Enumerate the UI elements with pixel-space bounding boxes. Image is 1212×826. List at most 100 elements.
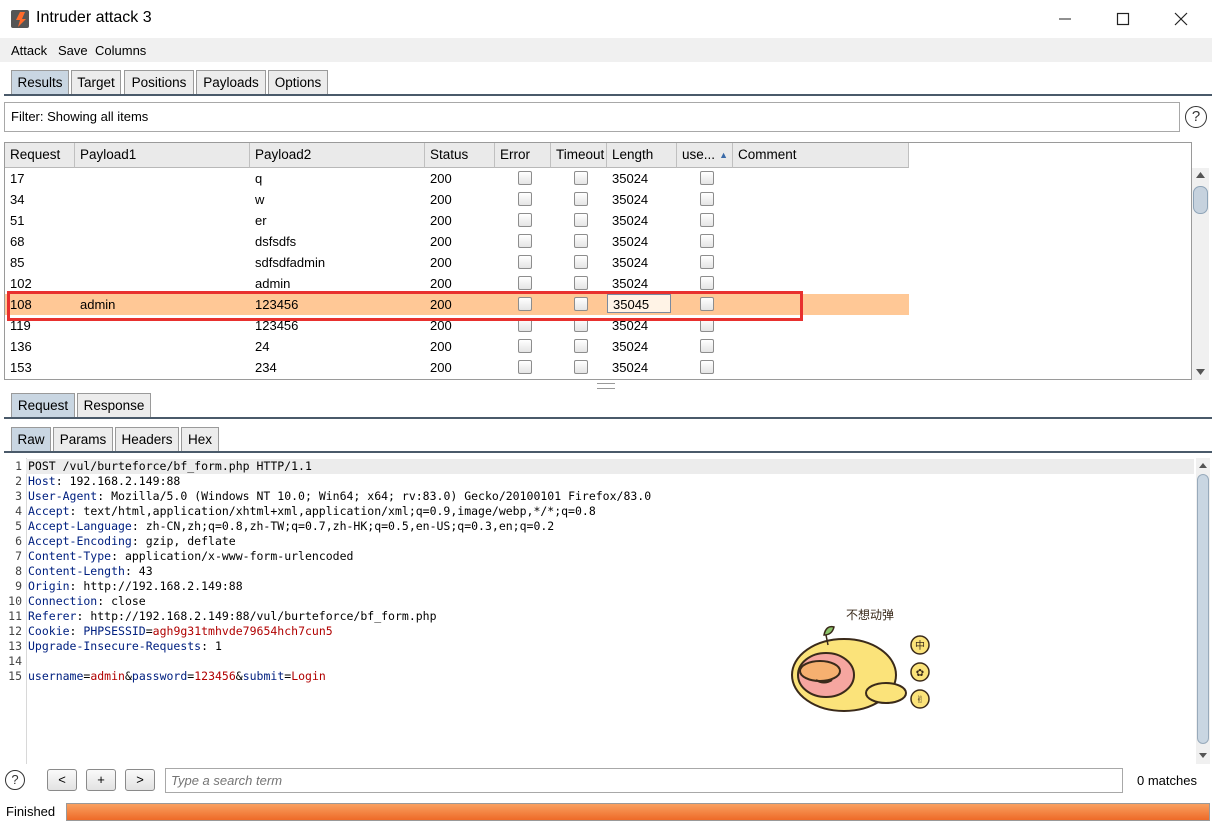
tab-response[interactable]: Response <box>77 393 151 417</box>
error-checkbox[interactable] <box>518 234 532 248</box>
cell-length: 35024 <box>612 339 649 354</box>
split-pane-divider[interactable] <box>597 383 615 389</box>
view-tab-underline <box>4 451 1212 453</box>
username-checkbox[interactable] <box>700 339 714 353</box>
table-row[interactable]: 136 24 200 35024 <box>5 336 909 357</box>
request-line: Accept-Language: zh-CN,zh;q=0.8,zh-TW;q=… <box>28 519 555 533</box>
line-number: 10 <box>8 594 22 608</box>
username-checkbox[interactable] <box>700 171 714 185</box>
table-row[interactable]: 85 sdfsdfadmin 200 35024 <box>5 252 909 273</box>
minimize-button[interactable] <box>1036 0 1094 38</box>
editor-scrollbar-thumb[interactable] <box>1197 474 1209 744</box>
scroll-up-icon[interactable] <box>1195 170 1206 180</box>
menu-save[interactable]: Save <box>58 43 88 58</box>
cell-length: 35024 <box>612 360 649 375</box>
menu-bar <box>0 38 1212 62</box>
line-number: 11 <box>8 609 22 623</box>
tab-results[interactable]: Results <box>11 70 69 94</box>
cell-status: 200 <box>430 171 452 186</box>
tab-headers[interactable]: Headers <box>115 427 179 451</box>
timeout-checkbox[interactable] <box>574 276 588 290</box>
timeout-checkbox[interactable] <box>574 213 588 227</box>
request-line: Content-Length: 43 <box>28 564 153 578</box>
table-scrollbar-thumb[interactable] <box>1193 186 1208 214</box>
menu-attack[interactable]: Attack <box>11 43 47 58</box>
cell-status: 200 <box>430 213 452 228</box>
search-help-icon[interactable]: ? <box>5 770 25 790</box>
tab-target[interactable]: Target <box>71 70 121 94</box>
line-number: 9 <box>15 579 22 593</box>
table-row[interactable]: 68 dsfsdfs 200 35024 <box>5 231 909 252</box>
cell-request: 153 <box>10 360 32 375</box>
search-prev-button[interactable]: < <box>47 769 77 791</box>
line-number: 14 <box>8 654 22 668</box>
username-checkbox[interactable] <box>700 255 714 269</box>
maximize-button[interactable] <box>1094 0 1152 38</box>
tab-request[interactable]: Request <box>11 393 75 417</box>
search-next-button[interactable]: > <box>125 769 155 791</box>
error-checkbox[interactable] <box>518 339 532 353</box>
table-row[interactable]: 153 234 200 35024 <box>5 357 909 378</box>
scroll-down-icon[interactable] <box>1195 367 1206 377</box>
col-payload2[interactable]: Payload2 <box>250 143 425 168</box>
tab-options[interactable]: Options <box>268 70 328 94</box>
editor-scroll-down-icon[interactable] <box>1198 751 1208 760</box>
line-number: 4 <box>15 504 22 518</box>
help-icon[interactable]: ? <box>1185 106 1207 128</box>
timeout-checkbox[interactable] <box>574 234 588 248</box>
table-row[interactable]: 34 w 200 35024 <box>5 189 909 210</box>
col-error[interactable]: Error <box>495 143 551 168</box>
cell-request: 68 <box>10 234 25 249</box>
col-timeout[interactable]: Timeout <box>551 143 607 168</box>
tab-underline <box>4 94 1212 96</box>
col-payload1[interactable]: Payload1 <box>75 143 250 168</box>
username-checkbox[interactable] <box>700 234 714 248</box>
tab-hex[interactable]: Hex <box>181 427 219 451</box>
username-checkbox[interactable] <box>700 192 714 206</box>
search-input[interactable] <box>165 768 1123 793</box>
cell-length: 35024 <box>612 171 649 186</box>
col-request[interactable]: Request <box>5 143 75 168</box>
close-button[interactable] <box>1152 0 1210 38</box>
username-checkbox[interactable] <box>700 360 714 374</box>
sticker-mark-2: ✿ <box>916 668 924 679</box>
username-checkbox[interactable] <box>700 213 714 227</box>
error-checkbox[interactable] <box>518 276 532 290</box>
error-checkbox[interactable] <box>518 192 532 206</box>
table-row[interactable]: 17 q 200 35024 <box>5 168 909 189</box>
search-match-count: 0 matches <box>1137 773 1197 788</box>
error-checkbox[interactable] <box>518 360 532 374</box>
cell-request: 51 <box>10 213 25 228</box>
timeout-checkbox[interactable] <box>574 255 588 269</box>
request-line: User-Agent: Mozilla/5.0 (Windows NT 10.0… <box>28 489 652 503</box>
col-username[interactable]: use... ▲ <box>677 143 733 168</box>
col-comment[interactable]: Comment <box>733 143 909 168</box>
col-status[interactable]: Status <box>425 143 495 168</box>
tab-payloads[interactable]: Payloads <box>196 70 266 94</box>
tab-params[interactable]: Params <box>53 427 113 451</box>
search-add-button[interactable]: + <box>86 769 116 791</box>
col-length[interactable]: Length <box>607 143 677 168</box>
editor-scroll-up-icon[interactable] <box>1198 461 1208 470</box>
tab-raw[interactable]: Raw <box>11 427 51 451</box>
request-line: Origin: http://192.168.2.149:88 <box>28 579 243 593</box>
username-checkbox[interactable] <box>700 276 714 290</box>
error-checkbox[interactable] <box>518 213 532 227</box>
highlight-box <box>7 291 803 321</box>
menu-columns[interactable]: Columns <box>95 43 146 58</box>
timeout-checkbox[interactable] <box>574 339 588 353</box>
table-row[interactable]: 51 er 200 35024 <box>5 210 909 231</box>
timeout-checkbox[interactable] <box>574 171 588 185</box>
error-checkbox[interactable] <box>518 255 532 269</box>
timeout-checkbox[interactable] <box>574 360 588 374</box>
tab-positions[interactable]: Positions <box>124 70 194 94</box>
timeout-checkbox[interactable] <box>574 192 588 206</box>
results-table: Request Payload1 Payload2 Status Error T… <box>4 142 1192 380</box>
cell-length: 35024 <box>612 255 649 270</box>
error-checkbox[interactable] <box>518 171 532 185</box>
cell-status: 200 <box>430 339 452 354</box>
request-text[interactable]: 1 POST /vul/burteforce/bf_form.php HTTP/1… <box>0 459 1190 759</box>
cell-length: 35024 <box>612 234 649 249</box>
col-username-label: use... <box>682 147 716 162</box>
filter-bar[interactable]: Filter: Showing all items <box>4 102 1180 132</box>
